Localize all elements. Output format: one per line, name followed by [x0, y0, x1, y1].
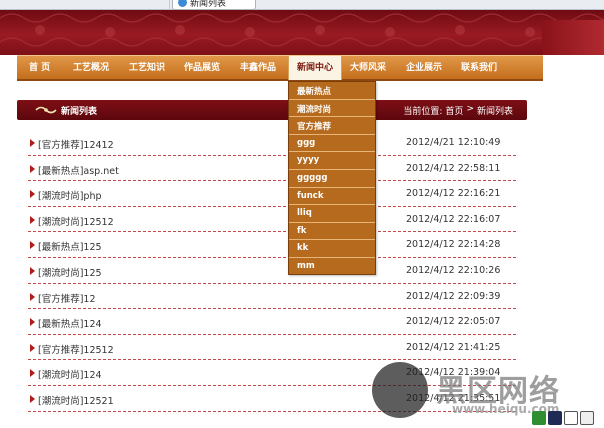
- dropdown-item-trend[interactable]: 潮流时尚: [289, 100, 375, 118]
- dropdown-item-official[interactable]: 官方推荐: [289, 117, 375, 135]
- bullet-arrow-icon: [30, 241, 35, 250]
- news-title-link[interactable]: [潮流时尚]125: [38, 265, 102, 279]
- address-bar-area[interactable]: [0, 0, 170, 10]
- dropdown-item-fk[interactable]: fk: [289, 223, 375, 241]
- site-banner: [0, 10, 604, 55]
- bullet-arrow-icon: [30, 215, 35, 224]
- news-date: 2012/4/12 22:16:21: [406, 188, 501, 200]
- dropdown-item-label: kk: [297, 243, 309, 254]
- news-title-link[interactable]: [官方推荐]12: [38, 291, 96, 305]
- news-date: 2012/4/21 12:10:49: [406, 137, 501, 148]
- dropdown-item-label: 潮流时尚: [297, 104, 332, 115]
- bullet-arrow-icon: [30, 369, 35, 378]
- browser-tab-strip: 新闻列表: [0, 0, 604, 10]
- bullet-arrow-icon: [30, 394, 35, 403]
- tray-app-icon[interactable]: [548, 410, 562, 425]
- dropdown-item-yyyy[interactable]: yyyy: [289, 152, 375, 170]
- breadcrumb-current: 新闻列表: [476, 107, 513, 117]
- browser-tab[interactable]: 新闻列表: [172, 0, 256, 10]
- dropdown-item-label: 最新热点: [297, 87, 332, 97]
- news-date: 2012/4/12 22:05:07: [406, 316, 501, 328]
- banner-scroll-pattern: [0, 13, 604, 47]
- dropdown-item-funck[interactable]: funck: [289, 188, 375, 206]
- news-row: [潮流时尚]125 2012/4/12 22:10:26: [28, 258, 516, 284]
- news-row: [潮流时尚]12521 2012/4/12 21:35:51: [28, 386, 516, 412]
- news-date: 2012/4/12 21:35:51: [406, 392, 501, 404]
- bullet-arrow-icon: [30, 318, 35, 327]
- news-date: 2012/4/12 22:10:26: [406, 264, 501, 276]
- news-date: 2012/4/12 21:39:04: [406, 367, 501, 379]
- dropdown-item-mm[interactable]: mm: [289, 258, 375, 276]
- nav-item-home[interactable]: 首 页: [29, 56, 50, 80]
- breadcrumb-home-link[interactable]: 首页: [445, 104, 463, 117]
- news-date: 2012/4/12 21:41:25: [406, 341, 501, 353]
- dropdown-item-label: 官方推荐: [297, 122, 332, 133]
- tray-window-alt-icon[interactable]: [580, 410, 594, 425]
- bullet-arrow-icon: [30, 292, 35, 301]
- news-title-link[interactable]: [最新热点]125: [38, 239, 102, 253]
- nav-item-contact[interactable]: 联系我们: [461, 56, 497, 80]
- nav-item-works[interactable]: 丰鑫作品: [240, 56, 276, 80]
- bullet-arrow-icon: [30, 139, 35, 147]
- news-date: 2012/4/12 22:16:07: [406, 213, 501, 225]
- news-date: 2012/4/12 22:14:28: [406, 239, 501, 251]
- bullet-arrow-icon: [30, 266, 35, 275]
- dropdown-item-ggg[interactable]: ggg: [289, 135, 375, 153]
- breadcrumb: 当前位置: 首页 > 新闻列表: [403, 104, 513, 117]
- nav-item-masters[interactable]: 大师风采: [350, 56, 386, 80]
- news-title-link[interactable]: [潮流时尚]12512: [38, 214, 114, 228]
- page-favicon-icon: [178, 0, 187, 7]
- breadcrumb-prefix: 当前位置:: [403, 107, 443, 117]
- nav-item-news[interactable]: 新闻中心: [288, 56, 342, 80]
- dropdown-item-label: fk: [297, 225, 307, 236]
- news-date: 2012/4/12 22:58:11: [406, 162, 501, 174]
- banner-right-edge: [542, 20, 604, 55]
- nav-item-company[interactable]: 企业展示: [406, 56, 442, 80]
- browser-tab-title: 新闻列表: [190, 0, 227, 9]
- ime-icon[interactable]: [532, 410, 546, 425]
- scroll-ornament-icon: [35, 106, 57, 114]
- news-list: [官方推荐]12412 2012/4/21 12:10:49 [最新热点]asp…: [28, 130, 516, 412]
- tray-window-icon[interactable]: [564, 410, 578, 425]
- news-center-dropdown: 最新热点 潮流时尚 官方推荐 ggg yyyy ggggg funck lliq…: [288, 81, 376, 275]
- news-title-link[interactable]: [官方推荐]12512: [38, 342, 114, 356]
- dropdown-item-label: ggggg: [297, 172, 328, 183]
- section-title-bar: 新闻列表 当前位置: 首页 > 新闻列表: [17, 100, 527, 120]
- dropdown-item-ggggg[interactable]: ggggg: [289, 170, 375, 188]
- dropdown-item-label: mm: [297, 260, 315, 271]
- tray-icons: [532, 407, 604, 428]
- bullet-arrow-icon: [30, 190, 35, 199]
- news-title-link[interactable]: [潮流时尚]php: [38, 188, 102, 202]
- bullet-arrow-icon: [30, 343, 35, 352]
- news-row: [官方推荐]12512 2012/4/12 21:41:25: [28, 335, 516, 361]
- breadcrumb-separator: >: [466, 104, 474, 114]
- news-row: [最新热点]124 2012/4/12 22:05:07: [28, 309, 516, 335]
- dropdown-item-hot[interactable]: 最新热点: [289, 82, 375, 100]
- news-row: [潮流时尚]12512 2012/4/12 22:16:07: [28, 207, 516, 233]
- bullet-arrow-icon: [30, 164, 35, 173]
- news-title-link[interactable]: [最新热点]asp.net: [38, 163, 119, 177]
- nav-item-overview[interactable]: 工艺概况: [73, 56, 109, 80]
- news-title-link[interactable]: [潮流时尚]12521: [38, 393, 114, 407]
- dropdown-item-kk[interactable]: kk: [289, 240, 375, 258]
- nav-item-exhibition[interactable]: 作品展览: [184, 56, 220, 80]
- dropdown-item-label: funck: [297, 190, 324, 201]
- news-row: [官方推荐]12412 2012/4/21 12:10:49: [28, 130, 516, 156]
- news-row: [潮流时尚]php 2012/4/12 22:16:21: [28, 181, 516, 207]
- dropdown-item-label: lliq: [297, 208, 312, 219]
- section-title: 新闻列表: [61, 107, 98, 117]
- news-date: 2012/4/12 22:09:39: [406, 290, 501, 302]
- nav-item-knowledge[interactable]: 工艺知识: [129, 56, 165, 80]
- news-title-link[interactable]: [官方推荐]12412: [38, 137, 114, 151]
- main-nav: 首 页 工艺概况 工艺知识 作品展览 丰鑫作品 新闻中心 大师风采 企业展示 联…: [17, 55, 543, 81]
- dropdown-item-label: ggg: [297, 137, 316, 148]
- news-title-link[interactable]: [潮流时尚]124: [38, 367, 102, 381]
- dropdown-item-lliq[interactable]: lliq: [289, 205, 375, 223]
- news-row: [最新热点]asp.net 2012/4/12 22:58:11: [28, 156, 516, 182]
- news-row: [潮流时尚]124 2012/4/12 21:39:04: [28, 360, 516, 386]
- dropdown-item-label: yyyy: [297, 155, 320, 166]
- news-row: [最新热点]125 2012/4/12 22:14:28: [28, 232, 516, 258]
- news-title-link[interactable]: [最新热点]124: [38, 316, 102, 330]
- news-row: [官方推荐]12 2012/4/12 22:09:39: [28, 284, 516, 310]
